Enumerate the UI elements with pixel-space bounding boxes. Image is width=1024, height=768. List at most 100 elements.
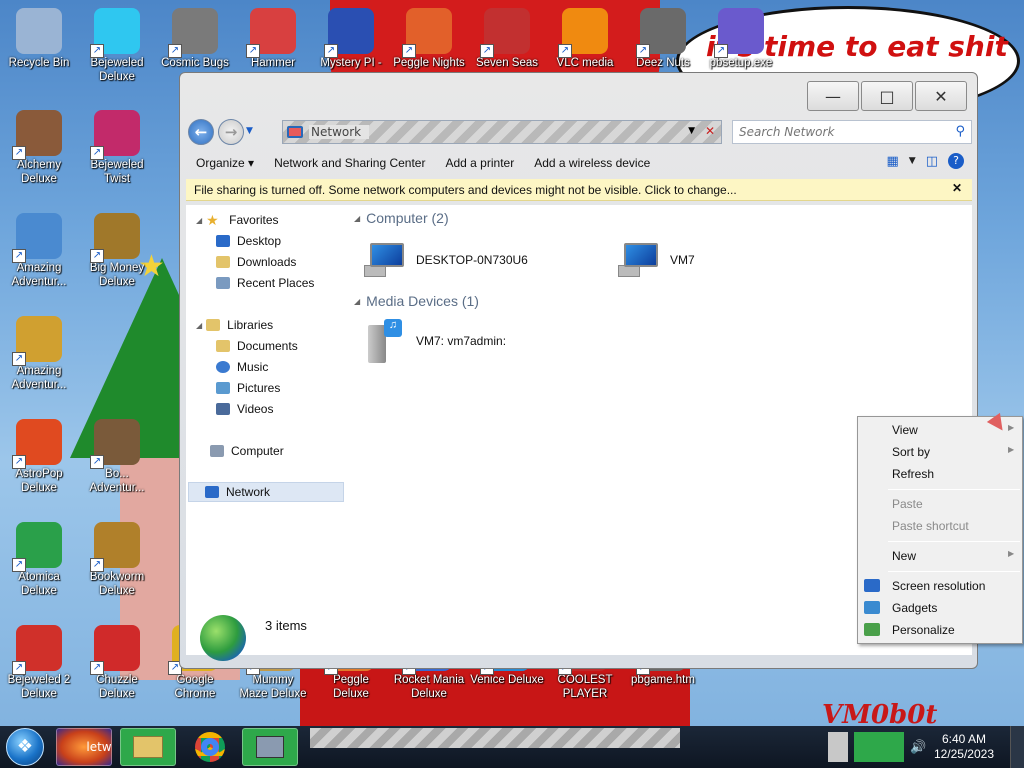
downloads-folder-icon xyxy=(216,256,230,268)
bo-adventures-icon: ↗ xyxy=(90,419,140,469)
desktop-shortcut[interactable]: ↗ Bejeweled Twist xyxy=(80,110,154,186)
taskbar-clock[interactable]: 6:40 AM 12/25/2023 xyxy=(934,732,994,762)
device-desktop-0n730u6[interactable]: DESKTOP-0N730U6 xyxy=(364,241,528,279)
address-dropdown-icon[interactable]: ▼ xyxy=(688,126,695,136)
desktop-shortcut[interactable]: ↗ Amazing Adventur... xyxy=(2,316,76,392)
add-wireless-device-button[interactable]: Add a wireless device xyxy=(524,156,660,170)
explorer-taskbar-icon[interactable] xyxy=(120,728,176,766)
desktop-shortcut[interactable]: ↗ Bejeweled Deluxe xyxy=(80,8,154,84)
minimize-button[interactable]: — xyxy=(807,81,859,111)
nav-libraries[interactable]: ◢ Libraries xyxy=(196,318,273,332)
nav-downloads-label: Downloads xyxy=(237,255,297,269)
forward-button[interactable]: → xyxy=(218,119,244,145)
desktop-shortcut[interactable]: ↗ Bo... Adventur... xyxy=(80,419,154,495)
tray-notification-icon[interactable] xyxy=(828,732,848,762)
desktop-shortcut[interactable]: ↗ Chuzzle Deluxe xyxy=(80,625,154,701)
desktop-shortcut[interactable]: ↗ Atomica Deluxe xyxy=(2,522,76,598)
menu-refresh[interactable]: Refresh xyxy=(892,467,934,481)
network-taskbar-icon[interactable] xyxy=(242,728,298,766)
desktop-shortcut[interactable]: ↗ Mystery PI - xyxy=(314,8,388,70)
show-desktop-button[interactable] xyxy=(1010,726,1024,768)
group-header-media[interactable]: Media Devices (1) xyxy=(354,293,479,309)
organize-menu[interactable]: Organize ▾ xyxy=(186,156,264,170)
search-box[interactable]: ⚲ xyxy=(732,120,972,144)
add-printer-button[interactable]: Add a printer xyxy=(435,156,524,170)
menu-screen-resolution[interactable]: Screen resolution xyxy=(892,579,985,593)
alchemy-deluxe-icon: ↗ xyxy=(12,110,62,160)
nav-network[interactable]: Network xyxy=(188,482,344,502)
desktop-context-menu: View ▶ Sort by ▶ Refresh Paste Paste short… xyxy=(857,416,1023,644)
nav-music[interactable]: Music xyxy=(216,360,268,374)
personalize-icon xyxy=(864,623,880,636)
help-icon[interactable]: ? xyxy=(948,153,964,169)
desktop-shortcut[interactable]: ↗ Alchemy Deluxe xyxy=(2,110,76,186)
network-sharing-center-button[interactable]: Network and Sharing Center xyxy=(264,156,435,170)
nav-downloads[interactable]: Downloads xyxy=(216,255,296,269)
shortcut-arrow-icon: ↗ xyxy=(12,146,26,160)
amazing-adventures-2-icon: ↗ xyxy=(12,316,62,366)
volume-icon[interactable]: 🔊 xyxy=(910,740,926,755)
back-button[interactable]: ← xyxy=(188,119,214,145)
peggle-nights-icon: ↗ xyxy=(402,8,452,58)
desktop-shortcut[interactable]: ↗ Seven Seas xyxy=(470,8,544,70)
desktop-shortcut[interactable]: ↗ Amazing Adventur... xyxy=(2,213,76,289)
desktop-shortcut-label: Recycle Bin xyxy=(8,57,70,69)
desktop-shortcut[interactable]: ↗ pbsetup.exe xyxy=(704,8,778,70)
preview-pane-icon[interactable]: ◫ xyxy=(926,154,938,169)
desktop-shortcut[interactable]: ↗ Deez Nuts xyxy=(626,8,700,70)
desktop-shortcut-label: Bo... Adventur... xyxy=(89,468,145,494)
desktop-shortcut-label: Hammer xyxy=(250,57,296,69)
desktop-shortcut[interactable]: ↗ Hammer xyxy=(236,8,310,70)
menu-new[interactable]: New ▶ xyxy=(892,549,1014,563)
firefox-taskbar-icon[interactable]: letw xyxy=(56,728,112,766)
address-bar[interactable]: Network ▼ ✕ xyxy=(282,120,722,144)
desktop-shortcut[interactable]: Recycle Bin xyxy=(2,8,76,70)
submenu-arrow-icon: ▶ xyxy=(1008,549,1015,558)
nav-documents[interactable]: Documents xyxy=(216,339,298,353)
info-bar-close-icon[interactable]: ✕ xyxy=(952,181,962,195)
shortcut-arrow-icon: ↗ xyxy=(12,455,26,469)
menu-gadgets[interactable]: Gadgets xyxy=(892,601,937,615)
group-header-computer[interactable]: Computer (2) xyxy=(354,210,448,226)
nav-recent-places[interactable]: Recent Places xyxy=(216,276,314,290)
system-tray: 🔊 xyxy=(828,730,948,764)
desktop-shortcut[interactable]: ↗ Peggle Nights xyxy=(392,8,466,70)
device-vm7[interactable]: VM7 xyxy=(618,241,695,279)
info-bar[interactable]: File sharing is turned off. Some network… xyxy=(186,179,972,201)
address-clear-icon[interactable]: ✕ xyxy=(705,124,715,138)
maximize-button[interactable]: □ xyxy=(861,81,913,111)
menu-personalize[interactable]: Personalize xyxy=(892,623,955,637)
menu-new-label: New xyxy=(892,549,917,563)
desktop-shortcut[interactable]: ↗ VLC media xyxy=(548,8,622,70)
nav-favorites-label: Favorites xyxy=(229,213,279,227)
desktop-shortcut[interactable]: ↗ Bejeweled 2 Deluxe xyxy=(2,625,76,701)
nav-computer[interactable]: Computer xyxy=(210,444,284,458)
nav-videos[interactable]: Videos xyxy=(216,402,273,416)
view-dropdown-icon[interactable]: ▼ xyxy=(909,156,916,166)
desktop-shortcut-label: Chuzzle Deluxe xyxy=(96,674,138,700)
menu-view[interactable]: View ▶ xyxy=(892,423,1014,437)
shortcut-arrow-icon: ↗ xyxy=(90,661,104,675)
desktop-shortcut[interactable]: ↗ Bookworm Deluxe xyxy=(80,522,154,598)
nav-computer-label: Computer xyxy=(231,444,284,458)
nav-favorites[interactable]: ◢ ★ Favorites xyxy=(196,213,279,227)
desktop-shortcut-label: AstroPop Deluxe xyxy=(15,468,63,494)
device-vm7-media[interactable]: ♫ VM7: vm7admin: xyxy=(364,319,506,363)
clock-time: 6:40 AM xyxy=(941,732,986,746)
change-view-icon[interactable]: ▦ xyxy=(886,154,898,169)
nav-pictures[interactable]: Pictures xyxy=(216,381,280,395)
desktop-shortcut[interactable]: ↗ Big Money Deluxe xyxy=(80,213,154,289)
search-input[interactable] xyxy=(739,125,939,139)
nav-desktop[interactable]: Desktop xyxy=(216,234,281,248)
nav-libraries-label: Libraries xyxy=(227,318,274,332)
seven-seas-icon: ↗ xyxy=(480,8,530,58)
menu-sort-by[interactable]: Sort by ▶ xyxy=(892,445,1014,459)
recent-pages-dropdown[interactable]: ▼ xyxy=(246,126,253,136)
chrome-taskbar-icon[interactable] xyxy=(182,728,238,766)
desktop-shortcut[interactable]: ↗ Cosmic Bugs xyxy=(158,8,232,70)
start-button[interactable]: ❖ xyxy=(6,728,44,766)
desktop-shortcut[interactable]: ↗ AstroPop Deluxe xyxy=(2,419,76,495)
search-icon[interactable]: ⚲ xyxy=(955,124,965,139)
close-button[interactable]: ✕ xyxy=(915,81,967,111)
tray-network-icon[interactable] xyxy=(854,732,904,762)
